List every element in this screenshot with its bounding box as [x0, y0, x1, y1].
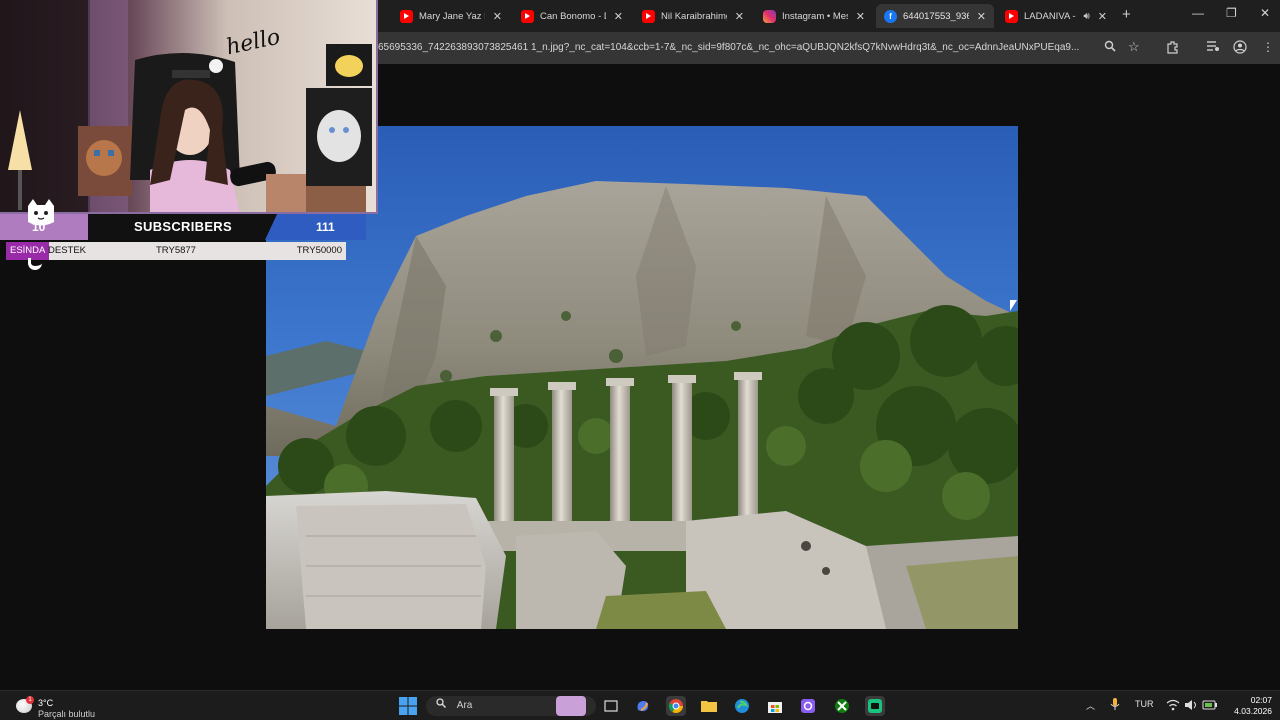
- instagram-icon: [763, 9, 776, 23]
- search-placeholder: Ara: [456, 700, 473, 711]
- extensions-icon[interactable]: [1166, 40, 1180, 57]
- tab-title: Mary Jane Yaz Bu: [419, 10, 485, 22]
- volume-icon[interactable]: [1184, 699, 1198, 713]
- tab-facebook-image[interactable]: f 644017553_9368 ✕: [876, 4, 994, 28]
- battery-icon[interactable]: [1202, 699, 1218, 713]
- cat-mascot-icon: [24, 198, 58, 228]
- chrome-icon[interactable]: [666, 696, 686, 716]
- subscriber-goal-count: 111: [316, 220, 335, 234]
- task-view-icon[interactable]: [601, 696, 621, 716]
- minimize-icon[interactable]: —: [1192, 6, 1204, 20]
- tab-mary-jane[interactable]: Mary Jane Yaz Bu ✕: [392, 4, 510, 28]
- donation-goal: TRY50000: [296, 245, 342, 256]
- facebook-icon: f: [884, 9, 897, 23]
- zoom-icon[interactable]: [1104, 40, 1116, 55]
- youtube-icon: [400, 9, 413, 23]
- system-clock[interactable]: 02:07 4.03.2026: [1222, 695, 1272, 717]
- youtube-icon: [642, 9, 655, 23]
- tab-title: Instagram • Mes: [782, 10, 848, 22]
- close-icon[interactable]: ✕: [1098, 10, 1107, 23]
- tab-can-bonomo[interactable]: Can Bonomo - D ✕: [513, 4, 631, 28]
- purple-app-icon[interactable]: [798, 696, 818, 716]
- clock-date: 4.03.2026: [1234, 706, 1272, 716]
- webcam-overlay: hello: [0, 0, 378, 214]
- address-bar[interactable]: 65695336_742263893073825461 1_n.jpg?_nc_…: [378, 38, 1098, 58]
- language-indicator[interactable]: TUR: [1135, 699, 1154, 709]
- copilot-icon[interactable]: [633, 696, 653, 716]
- close-icon[interactable]: ✕: [614, 10, 623, 23]
- profile-icon[interactable]: [1233, 40, 1247, 57]
- file-explorer-icon[interactable]: [699, 696, 719, 716]
- close-icon[interactable]: ✕: [493, 10, 502, 23]
- close-window-icon[interactable]: ✕: [1260, 6, 1270, 20]
- donation-label: DESTEK: [48, 245, 87, 256]
- weather-description: Parçalı bulutlu: [38, 709, 96, 719]
- notification-dot-icon: 1: [26, 696, 34, 704]
- temple-ruins-photo: [266, 126, 1018, 629]
- search-icon: [436, 698, 449, 711]
- search-highlight-icon[interactable]: [556, 696, 586, 716]
- tab-ladaniva[interactable]: LADANIVA - 🔊︎ ✕: [997, 4, 1115, 28]
- media-controls-icon[interactable]: [1206, 40, 1220, 55]
- clock-time: 02:07: [1250, 695, 1272, 705]
- close-icon[interactable]: ✕: [735, 10, 744, 23]
- donation-current: TRY5877: [156, 245, 196, 256]
- menu-kebab-icon[interactable]: ⋮: [1262, 40, 1274, 54]
- windows-taskbar: 1 3°C Parçalı bulutlu Ara ︿ TUR 02:07 4.…: [0, 690, 1280, 720]
- microphone-icon[interactable]: [1110, 697, 1120, 713]
- show-hidden-icons-icon[interactable]: ︿: [1086, 699, 1095, 712]
- restore-icon[interactable]: ❐: [1226, 6, 1237, 20]
- close-icon[interactable]: ✕: [977, 10, 986, 23]
- close-icon[interactable]: ✕: [856, 10, 865, 23]
- new-tab-button[interactable]: +: [1122, 6, 1131, 23]
- bookmark-star-icon[interactable]: ☆: [1128, 39, 1140, 55]
- tab-instagram[interactable]: Instagram • Mes ✕: [755, 4, 873, 28]
- speaker-icon[interactable]: 🔊︎: [1083, 11, 1089, 22]
- weather-temperature: 3°C: [38, 698, 54, 708]
- tab-title: Nil Karaibrahimg: [661, 10, 727, 22]
- wifi-icon[interactable]: [1166, 699, 1180, 713]
- tab-nil-karaibrahim[interactable]: Nil Karaibrahimg ✕: [634, 4, 752, 28]
- donation-goal-bar: ESİNDA DESTEK TRY5877 TRY50000: [6, 242, 346, 260]
- tab-title: LADANIVA -: [1024, 10, 1076, 22]
- edge-icon[interactable]: [732, 696, 752, 716]
- green-app-icon[interactable]: [865, 696, 885, 716]
- tab-title: 644017553_9368: [903, 10, 969, 22]
- youtube-icon: [521, 9, 534, 23]
- youtube-icon: [1005, 9, 1018, 23]
- mouse-cursor: [1010, 300, 1017, 311]
- screen: Mary Jane Yaz Bu ✕ Can Bonomo - D ✕ Nil …: [0, 0, 1280, 720]
- windows-start-icon[interactable]: [398, 696, 418, 716]
- tab-title: Can Bonomo - D: [540, 10, 606, 22]
- microsoft-store-icon[interactable]: [765, 696, 785, 716]
- xbox-icon[interactable]: [832, 696, 852, 716]
- weather-widget[interactable]: 1 3°C Parçalı bulutlu: [12, 695, 112, 719]
- subscriber-label: SUBSCRIBERS: [134, 219, 232, 234]
